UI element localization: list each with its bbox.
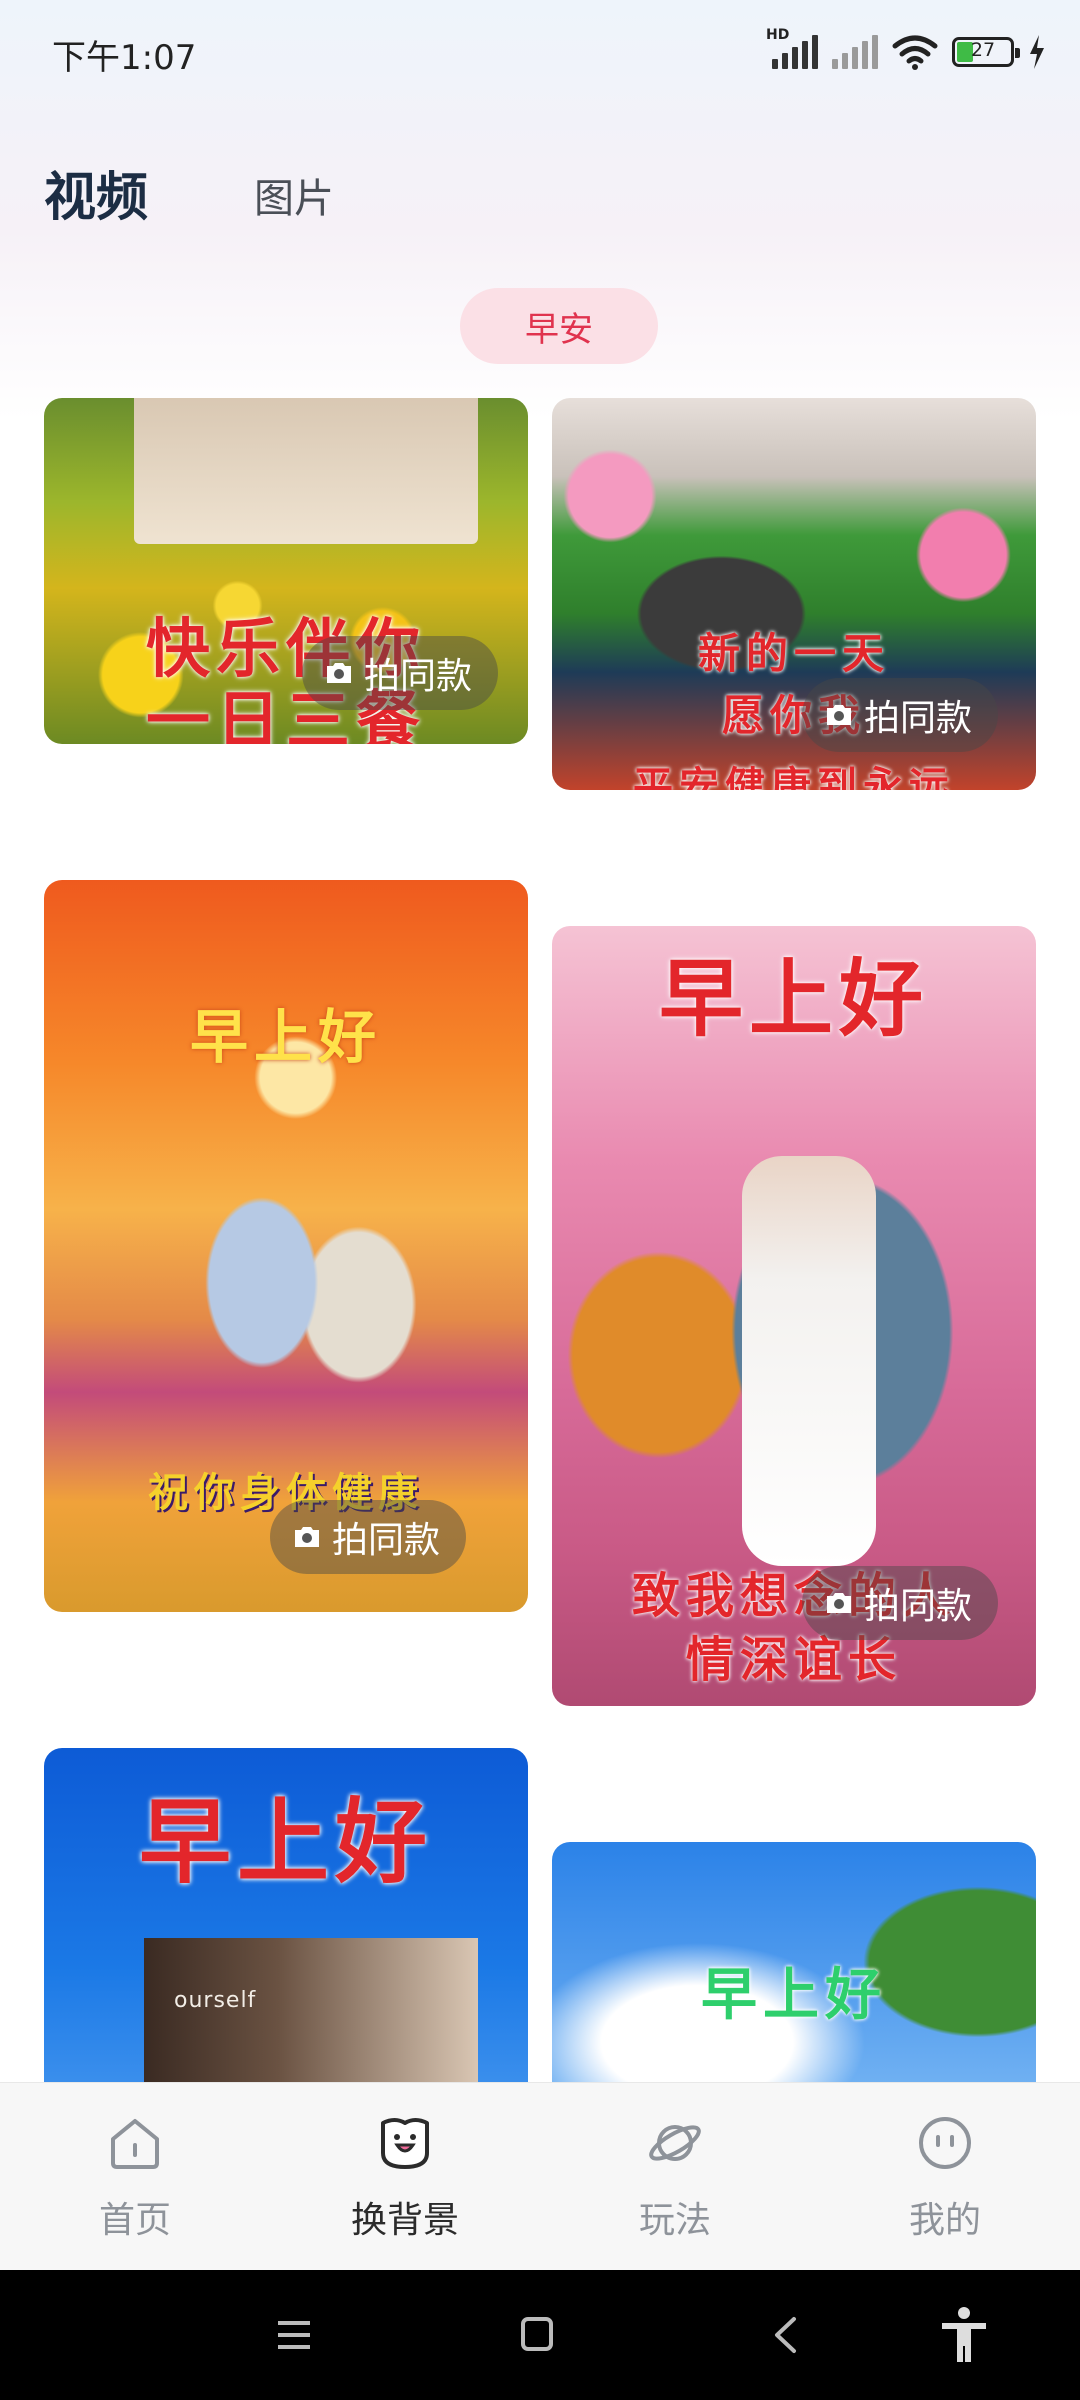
frame-caption: ourself [174, 1988, 257, 2013]
camera-icon [292, 1525, 322, 1549]
swap-background-icon [381, 2118, 429, 2169]
camera-icon [824, 1591, 854, 1615]
shoot-same-button[interactable]: 拍同款 [802, 1566, 999, 1640]
card-overlay-line: 新的一天 [697, 629, 890, 678]
shoot-same-label: 拍同款 [332, 1520, 441, 1561]
system-navigation-bar [0, 2270, 1080, 2400]
planet-icon [649, 2125, 701, 2161]
back-icon[interactable] [772, 2316, 798, 2354]
status-time: 下午1:07 [52, 38, 197, 78]
nav-label: 换背景 [350, 2200, 459, 2241]
video-card[interactable]: 早上好 致我想念的人 情深谊长 拍同款 [552, 926, 1036, 1706]
shoot-same-button[interactable]: 拍同款 [802, 678, 999, 752]
shoot-same-label: 拍同款 [864, 698, 973, 739]
tab-image[interactable]: 图片 [254, 166, 334, 224]
signal-icon: HD [766, 27, 818, 69]
battery-level: 27 [970, 39, 996, 61]
nav-label: 玩法 [638, 2200, 711, 2241]
camera-icon [324, 661, 354, 685]
video-card[interactable]: 新的一天 愿你我 平安健康到永远 拍同款 [552, 398, 1036, 790]
tab-video[interactable]: 视频 [44, 155, 148, 230]
video-grid: 快乐伴你 一日三餐 拍同款 新的一天 愿你我 平安健康到永远 拍同款 早上好 祝… [0, 398, 1080, 2082]
nav-gameplay[interactable]: 玩法 [540, 2083, 810, 2271]
portrait-image [134, 398, 478, 544]
hd-label: HD [766, 27, 790, 43]
home-icon [111, 2119, 159, 2169]
video-card[interactable]: 早上好 祝你身体健康 拍同款 [44, 880, 528, 1612]
card-overlay-line: 早上好 [701, 1962, 887, 2028]
nav-swap-background[interactable]: 换背景 [270, 2083, 540, 2271]
signal-off-icon [832, 35, 878, 69]
shoot-same-button[interactable]: 拍同款 [270, 1500, 467, 1574]
dancer-figure [742, 1156, 876, 1566]
card-overlay-line: 早上好 [658, 949, 929, 1048]
video-card[interactable]: 早上好 ourself [44, 1748, 528, 2082]
bottom-navigation: 首页 换背景 玩法 我的 [0, 2082, 1080, 2271]
nav-profile[interactable]: 我的 [810, 2083, 1080, 2271]
shoot-same-label: 拍同款 [364, 656, 473, 697]
profile-face-icon [919, 2117, 971, 2169]
card-overlay-line: 早上好 [138, 1788, 433, 1896]
nav-label: 首页 [98, 2200, 171, 2241]
system-icons: HD 27 [766, 27, 1046, 76]
card-overlay-line: 早上好 [189, 1003, 382, 1071]
video-card[interactable]: 早上好 [552, 1842, 1036, 2082]
battery-icon: 27 [952, 37, 1020, 67]
video-card[interactable]: 快乐伴你 一日三餐 拍同款 [44, 398, 528, 744]
menu-icon[interactable] [276, 2318, 312, 2352]
camera-icon [824, 703, 854, 727]
nav-label: 我的 [908, 2200, 981, 2241]
wifi-icon [892, 35, 938, 70]
shoot-same-label: 拍同款 [864, 1586, 973, 1627]
charging-icon [1030, 35, 1044, 69]
accessibility-icon[interactable] [938, 2306, 990, 2364]
home-square-icon[interactable] [520, 2316, 554, 2352]
card-overlay-line: 平安健康到永远 [633, 763, 955, 790]
status-bar: 下午1:07 HD 27 [0, 0, 1080, 104]
nav-home[interactable]: 首页 [0, 2083, 270, 2271]
shoot-same-button[interactable]: 拍同款 [302, 636, 499, 710]
category-chip[interactable]: 早安 [460, 288, 658, 364]
